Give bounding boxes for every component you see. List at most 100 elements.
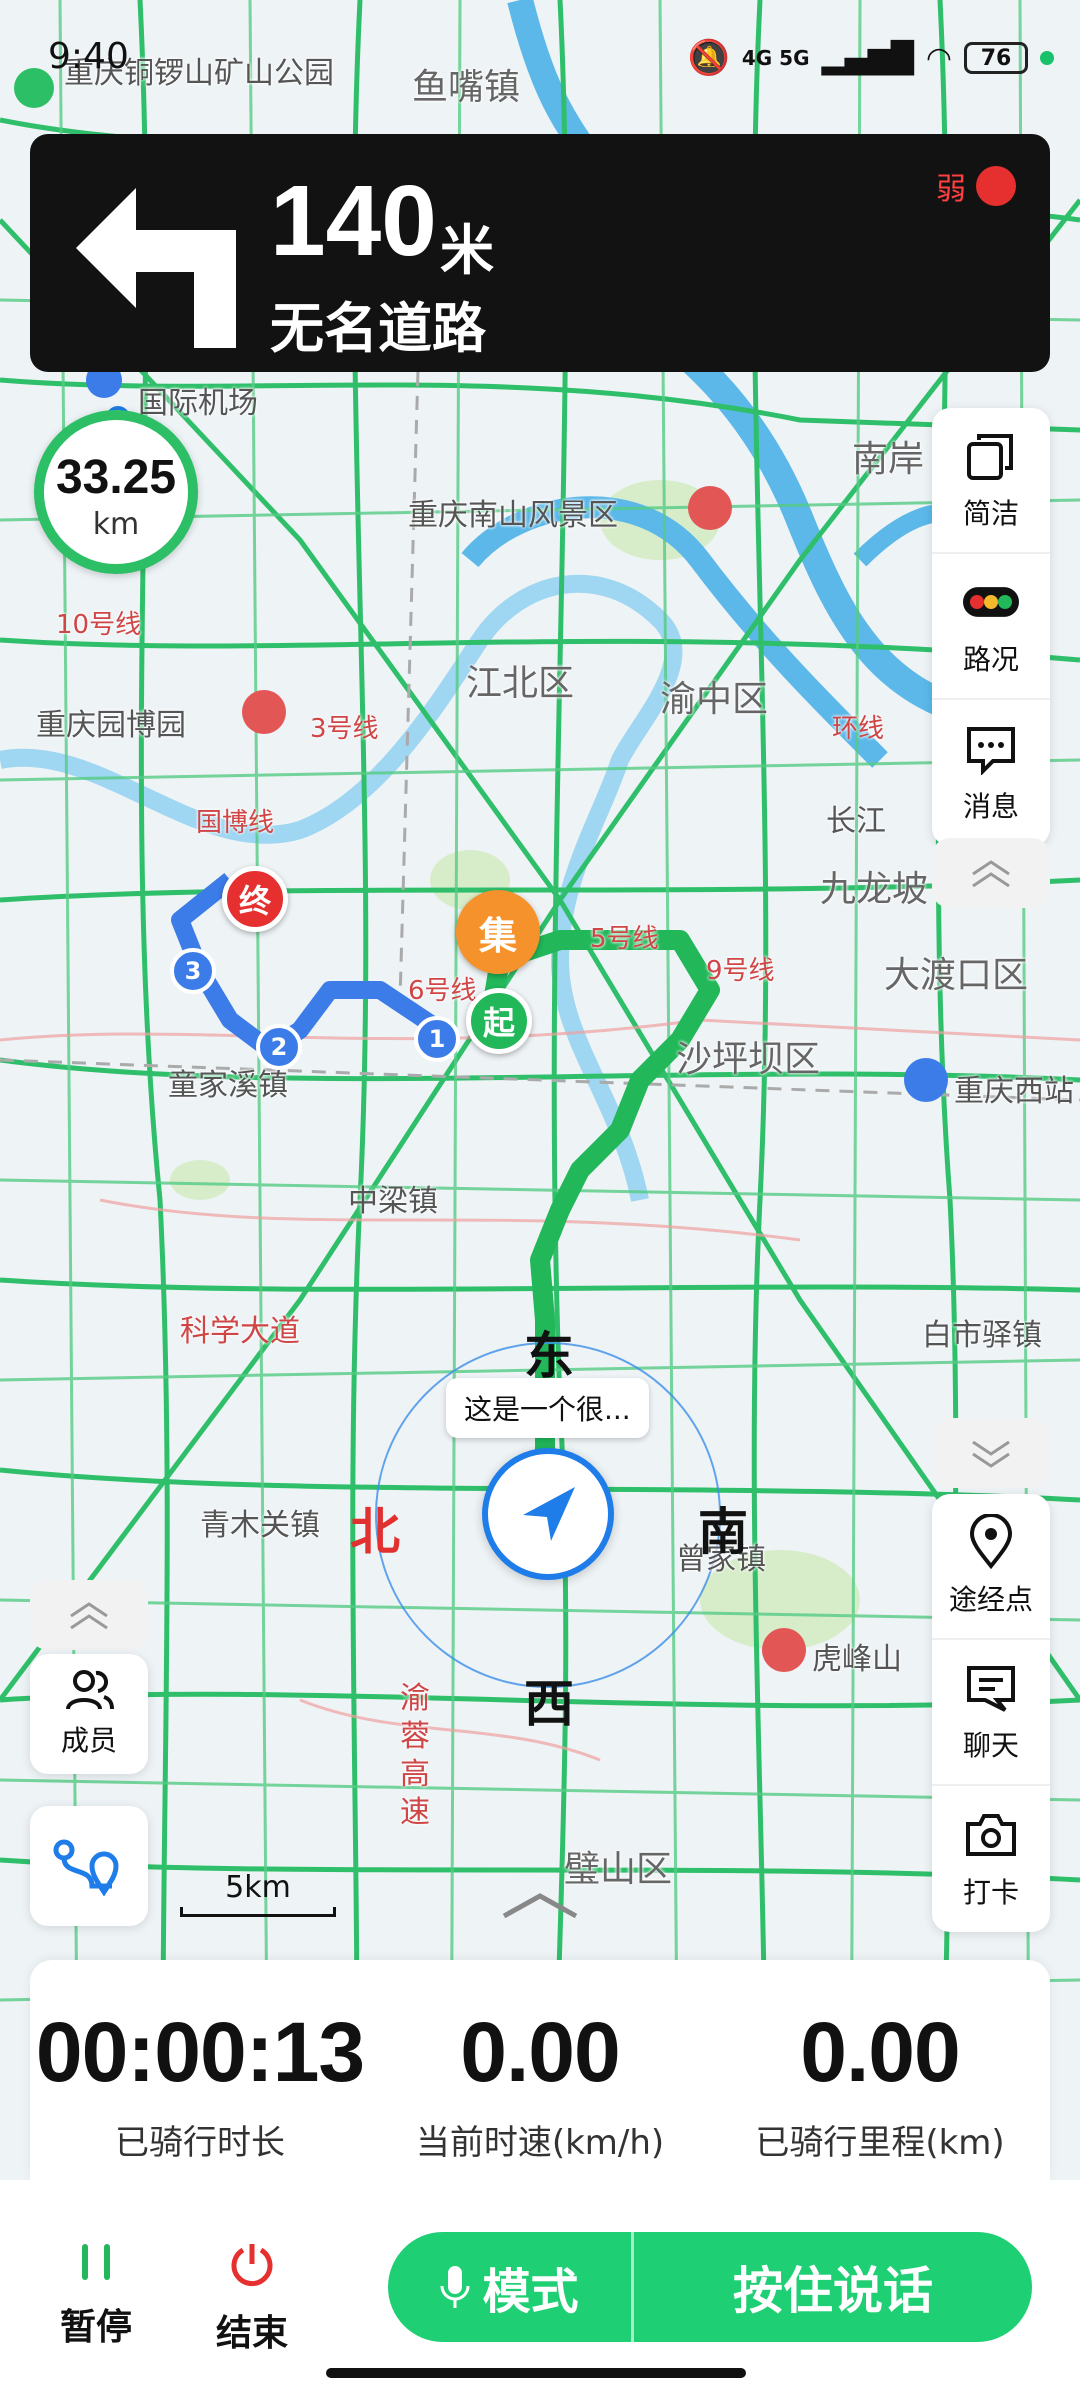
waypoint-1-marker[interactable]: 1 xyxy=(414,1016,460,1062)
map-label-nanan: 南岸 xyxy=(852,439,925,480)
waypoint-3-label: 3 xyxy=(184,957,202,985)
map-scale-bar xyxy=(180,1907,336,1917)
ride-distance-label: 已骑行里程(km) xyxy=(755,2123,1005,2163)
navigation-panel[interactable]: 140 米 无名道路 弱 xyxy=(30,134,1050,372)
map-label-jiangbei: 江北区 xyxy=(466,663,575,704)
pause-button[interactable]: 暂停 xyxy=(36,2240,156,2350)
waypoint-3-marker[interactable]: 3 xyxy=(170,948,216,994)
messages-button[interactable]: 消息 xyxy=(932,700,1050,846)
route-icon xyxy=(53,1839,119,1896)
battery-icon: 76 xyxy=(964,42,1028,74)
map-label-scenic: 重庆南山风景区 xyxy=(408,498,618,533)
home-indicator[interactable] xyxy=(326,2368,746,2378)
status-dot-icon xyxy=(1040,51,1054,65)
message-icon xyxy=(963,721,1019,777)
pause-label: 暂停 xyxy=(59,2307,132,2348)
chevron-up-icon xyxy=(972,860,1010,888)
map-label-line3: 3号线 xyxy=(310,714,379,744)
remaining-distance-unit: km xyxy=(92,507,140,542)
current-speed-value: 0.00 xyxy=(460,2005,621,2099)
ride-duration-value: 00:00:13 xyxy=(35,2005,365,2099)
expand-toolbar-button[interactable] xyxy=(932,1418,1050,1488)
power-icon xyxy=(231,2244,273,2287)
route-gather-label: 集 xyxy=(478,913,517,958)
expand-members-button[interactable] xyxy=(30,1580,148,1650)
camera-icon xyxy=(963,1807,1019,1863)
ride-distance: 0.00 已骑行里程(km) xyxy=(710,1960,1050,2180)
map-label-chongqing-west: 重庆西站 xyxy=(954,1074,1074,1109)
map-label-kexue: 科学大道 xyxy=(180,1314,300,1349)
route-gather-marker[interactable]: 集 xyxy=(456,890,540,974)
signal-strength-label: 弱 xyxy=(936,172,966,207)
member-bubble[interactable]: 这是一个很... xyxy=(446,1378,649,1438)
location-arrow-icon xyxy=(523,1487,575,1541)
ride-duration: 00:00:13 已骑行时长 xyxy=(30,1960,370,2180)
map-label-huanxian: 环线 xyxy=(832,714,885,744)
current-speed: 0.00 当前时速(km/h) xyxy=(370,1960,710,2180)
status-icons: 🔕 4G 5G ▂▄▆█ ◠ 76 xyxy=(688,38,1054,78)
map-label-dadukou: 大渡口区 xyxy=(884,955,1029,996)
map-label-line9: 9号线 xyxy=(706,956,775,986)
route-start-label: 起 xyxy=(482,1004,515,1042)
checkin-label: 打卡 xyxy=(962,1876,1019,1909)
location-pin-icon xyxy=(963,1514,1019,1570)
chat-button[interactable]: 聊天 xyxy=(932,1640,1050,1786)
traffic-label: 路况 xyxy=(962,643,1019,676)
traffic-button[interactable]: 路况 xyxy=(932,554,1050,700)
status-bar: 9:40 🔕 4G 5G ▂▄▆█ ◠ 76 xyxy=(0,0,1080,120)
voice-mode-label: 模式 xyxy=(482,2264,579,2320)
route-plan-button[interactable] xyxy=(30,1806,148,1926)
turn-distance-unit: 米 xyxy=(440,219,494,282)
layers-icon xyxy=(963,428,1019,484)
signal-icon: ▂▄▆█ xyxy=(821,40,914,76)
checkin-button[interactable]: 打卡 xyxy=(932,1786,1050,1932)
map-label-hufengshan: 虎峰山 xyxy=(812,1642,902,1677)
ride-distance-value: 0.00 xyxy=(800,2005,961,2099)
pause-icon xyxy=(82,2244,110,2280)
collapse-toolbar-button[interactable] xyxy=(932,838,1050,908)
ride-duration-label: 已骑行时长 xyxy=(115,2123,285,2163)
map-label-line5: 5号线 xyxy=(590,924,659,954)
map-label-changjiang: 长江 xyxy=(826,804,886,839)
map-label-guobo: 国博线 xyxy=(196,808,275,838)
map-label-shapingba: 沙坪坝区 xyxy=(676,1039,821,1080)
waypoint-label: 途经点 xyxy=(948,1583,1033,1616)
chat-icon xyxy=(963,1660,1019,1716)
traffic-light-icon xyxy=(963,574,1019,630)
map-toolbar-top: 简洁 路况 消息 xyxy=(932,408,1050,846)
map-label-bishan: 璧山区 xyxy=(564,1849,673,1890)
members-button[interactable]: 成员 xyxy=(30,1654,148,1774)
members-icon xyxy=(66,1670,114,1710)
gps-signal[interactable]: 弱 xyxy=(936,164,1016,208)
satellite-icon xyxy=(976,166,1016,206)
map-label-qingmuguan: 青木关镇 xyxy=(200,1508,320,1543)
map-scale-label: 5km xyxy=(225,1870,291,1905)
voice-mode-button[interactable]: 模式 xyxy=(388,2232,634,2342)
voice-control: 模式 按住说话 xyxy=(388,2232,1032,2342)
map-label-jiulongpo: 九龙坡 xyxy=(820,869,929,910)
chevron-up-icon[interactable] xyxy=(500,1890,580,1920)
end-label: 结束 xyxy=(215,2313,288,2354)
push-to-talk-button[interactable]: 按住说话 xyxy=(634,2232,1032,2342)
map-label-baishiyi: 白市驿镇 xyxy=(922,1318,1042,1353)
simple-mode-button[interactable]: 简洁 xyxy=(932,408,1050,554)
road-name: 无名道路 xyxy=(270,297,486,360)
map-label-yurong: 渝蓉高速 xyxy=(400,1681,430,1830)
current-location-marker[interactable] xyxy=(482,1448,614,1580)
route-end-marker[interactable]: 终 xyxy=(222,866,288,932)
remaining-distance-value: 33.25 xyxy=(55,451,177,504)
waypoint-2-marker[interactable]: 2 xyxy=(256,1024,302,1070)
compass-north: 北 xyxy=(350,1503,400,1561)
members-label: 成员 xyxy=(60,1724,117,1757)
end-button[interactable]: 结束 xyxy=(192,2240,312,2356)
simple-mode-label: 简洁 xyxy=(962,497,1019,530)
chevron-down-icon xyxy=(972,1440,1010,1468)
remaining-distance: 33.25 km xyxy=(34,410,198,574)
chevron-up-icon xyxy=(70,1602,108,1630)
current-speed-label: 当前时速(km/h) xyxy=(415,2123,665,2163)
route-start-marker[interactable]: 起 xyxy=(466,988,532,1054)
waypoint-button[interactable]: 途经点 xyxy=(932,1494,1050,1640)
network-label: 4G 5G xyxy=(741,46,810,70)
map-label-zhongliang: 中梁镇 xyxy=(348,1184,438,1219)
waypoint-2-label: 2 xyxy=(270,1033,288,1061)
